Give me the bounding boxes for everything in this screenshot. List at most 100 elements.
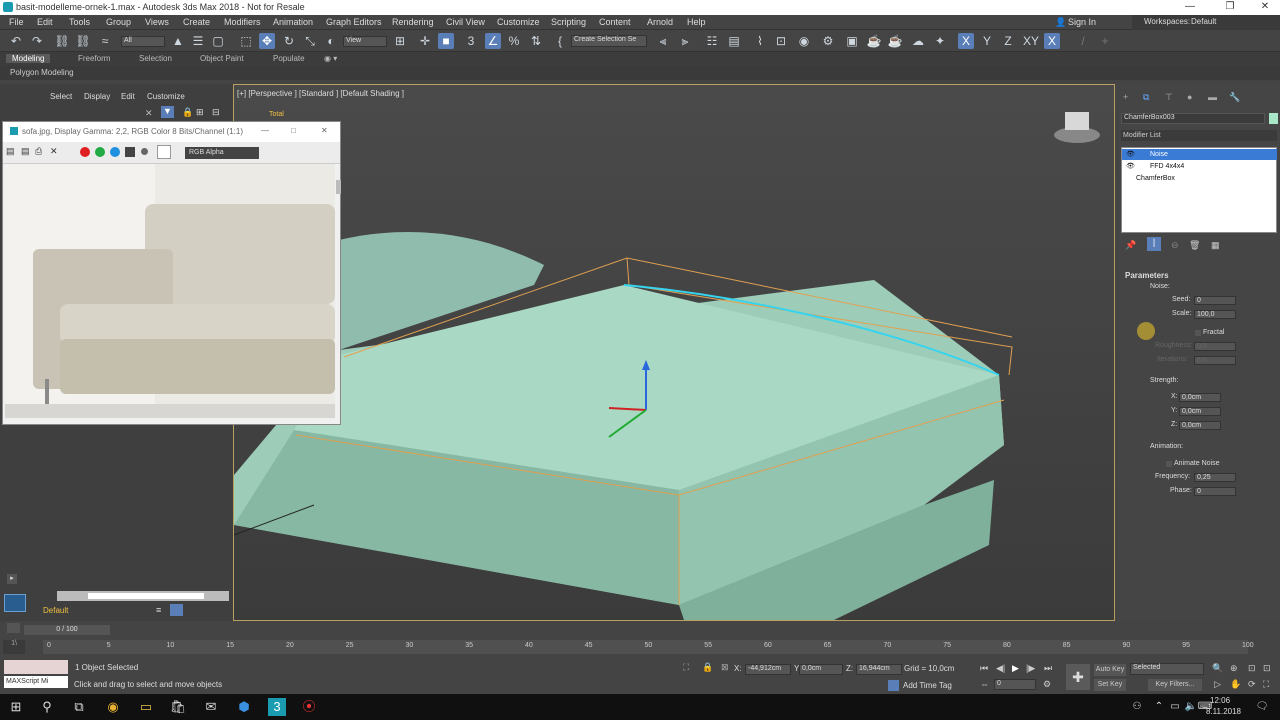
keyboard-shortcut-override-icon[interactable]: ■ [438,33,454,49]
maxscript-listener[interactable]: MAXScript Mi [4,676,68,688]
timeline-track[interactable]: 0 5 10 15 20 25 30 35 40 45 50 55 60 65 70 75 80 85 90 95 10… [43,640,1254,654]
ribbon-options-icon[interactable]: ◉ ▾ [324,54,337,63]
key-mode-dropdown[interactable]: Selected [1130,663,1204,675]
curve-editor-icon[interactable]: ⌇ [752,33,768,49]
placement-icon[interactable]: ◐ [323,33,339,49]
window-crossing-icon[interactable]: ⬚ [238,33,254,49]
frequency-spinner[interactable]: 0,25 [1194,473,1236,482]
select-and-move-icon[interactable]: ✥ [259,33,275,49]
notifications-icon[interactable]: 🗨 [1253,698,1271,716]
scene-render[interactable] [234,85,1114,620]
pan-icon[interactable]: ✋ [1230,679,1241,690]
set-key-button[interactable]: Set Key [1094,679,1126,691]
auto-key-button[interactable]: Auto Key [1094,664,1126,676]
clear-search-icon[interactable]: ✕ [145,108,153,119]
3dsmax-taskbar-icon[interactable]: 3 [268,698,286,716]
toggle-ribbon-icon[interactable]: ▤ [726,33,742,49]
align-icon[interactable]: ⫸ [677,33,693,49]
menu-scripting[interactable]: Scripting [551,17,586,27]
copy-image-icon[interactable]: ▤ [21,146,30,157]
stack-item-chamferbox[interactable]: ChamferBox [1122,173,1277,184]
coord-y-field[interactable]: 0,0cm [799,664,843,675]
background-swatch[interactable] [157,145,171,159]
spinner-snap-icon[interactable]: ⇅ [528,33,544,49]
select-by-name-icon[interactable]: ☰ [190,33,206,49]
save-image-icon[interactable]: ▤ [6,146,15,157]
image-max-button[interactable]: □ [291,126,296,135]
explorer-toggle-icon[interactable] [4,594,26,612]
orbit-icon[interactable]: ⟳ [1248,679,1256,690]
scale-spinner[interactable]: 100,0 [1194,310,1236,319]
named-selection-dropdown[interactable]: Create Selection Se [571,35,647,47]
constraint-y-icon[interactable]: Y [979,33,995,49]
object-color-swatch[interactable] [1269,113,1278,124]
zoom-all-icon[interactable]: ⊕ [1230,663,1238,674]
channel-dropdown[interactable]: RGB Alpha [185,147,259,159]
zoom-icon[interactable]: 🔍 [1212,663,1223,674]
workspace-dropdown[interactable]: Default [1191,17,1216,26]
schematic-view-icon[interactable]: ⊡ [773,33,789,49]
strength-x-spinner[interactable]: 0,0cm [1179,393,1221,402]
pin-stack-icon[interactable]: 📌 [1125,240,1136,251]
pivot-icon[interactable]: ⊞ [392,33,408,49]
start-icon[interactable]: ⊞ [7,698,25,716]
strength-y-spinner[interactable]: 0,0cm [1179,407,1221,416]
strength-z-spinner[interactable]: 0,0cm [1179,421,1221,430]
layer-toggle-icon[interactable] [170,604,183,616]
file-explorer-icon[interactable]: ▭ [137,698,155,716]
display-tab-icon[interactable]: ▬ [1208,92,1217,102]
current-frame-field[interactable]: 0 [994,679,1036,690]
filter-icon[interactable]: ▼ [161,106,174,118]
menu-animation[interactable]: Animation [273,17,313,27]
image-vscroll[interactable] [336,180,341,194]
percent-snap-icon[interactable]: % [506,33,522,49]
tab-populate[interactable]: Populate [273,54,305,63]
motion-tab-icon[interactable]: ● [1187,92,1192,102]
explorer-menu-customize[interactable]: Customize [147,92,185,101]
make-unique-icon[interactable]: ⊖ [1171,240,1179,251]
alpha-channel-icon[interactable] [125,147,135,157]
create-tab-icon[interactable]: + [1123,92,1128,102]
undo-icon[interactable]: ↶ [8,33,24,49]
menu-edit[interactable]: Edit [37,17,53,27]
material-editor-icon[interactable]: ◉ [796,33,812,49]
timeline-filter-icon[interactable]: 1\ [3,640,25,654]
tab-object-paint[interactable]: Object Paint [200,54,244,63]
red-channel-icon[interactable] [80,147,90,157]
people-icon[interactable]: ⚇ [1128,698,1146,716]
menu-group[interactable]: Group [106,17,131,27]
menu-graph-editors[interactable]: Graph Editors [326,17,382,27]
redo-icon[interactable]: ↷ [29,33,45,49]
lock-icon[interactable]: 🔒 [182,107,193,118]
menu-views[interactable]: Views [145,17,169,27]
tab-freeform[interactable]: Freeform [78,54,110,63]
search-icon[interactable]: ⚲ [38,698,56,716]
snaps-toggle-icon[interactable]: 3 [463,33,479,49]
explorer-menu-display[interactable]: Display [84,92,110,101]
brush-icon[interactable]: / [1075,33,1091,49]
field-of-view-icon[interactable]: ▷ [1214,679,1221,690]
mirror-icon[interactable]: ⫷ [655,33,671,49]
clock-time[interactable]: 12:06 [1210,696,1230,705]
configure-sets-icon[interactable]: ▦ [1211,240,1220,251]
menu-create[interactable]: Create [183,17,210,27]
selection-lock-icon[interactable]: 🔒 [702,662,713,673]
recorder-icon[interactable]: ⦿ [300,698,318,716]
seed-spinner[interactable]: 0 [1194,296,1236,305]
time-tag-icon[interactable] [888,680,899,691]
image-close-button[interactable]: ✕ [321,126,328,135]
roughness-spinner[interactable]: 0,0 [1194,342,1236,351]
constraint-xy-icon[interactable]: XY [1021,33,1041,49]
menu-tools[interactable]: Tools [69,17,90,27]
rect-selection-icon[interactable]: ▢ [210,33,226,49]
utilities-tab-icon[interactable]: 🔧 [1229,92,1240,103]
blue-channel-icon[interactable] [110,147,120,157]
key-mode-icon[interactable]: ⇔ [980,679,989,689]
menu-arnold[interactable]: Arnold [647,17,673,27]
render-iterative-icon[interactable]: ☕ [887,33,903,49]
expand-arrow-icon[interactable]: ▸ [7,574,17,584]
unlink-icon[interactable]: ⛓ [75,33,91,49]
hierarchy-icon[interactable]: ⊞ [196,107,204,118]
maximize-viewport-icon[interactable]: ⛶ [1263,679,1269,690]
object-name-field[interactable]: ChamferBox003 [1121,113,1265,124]
